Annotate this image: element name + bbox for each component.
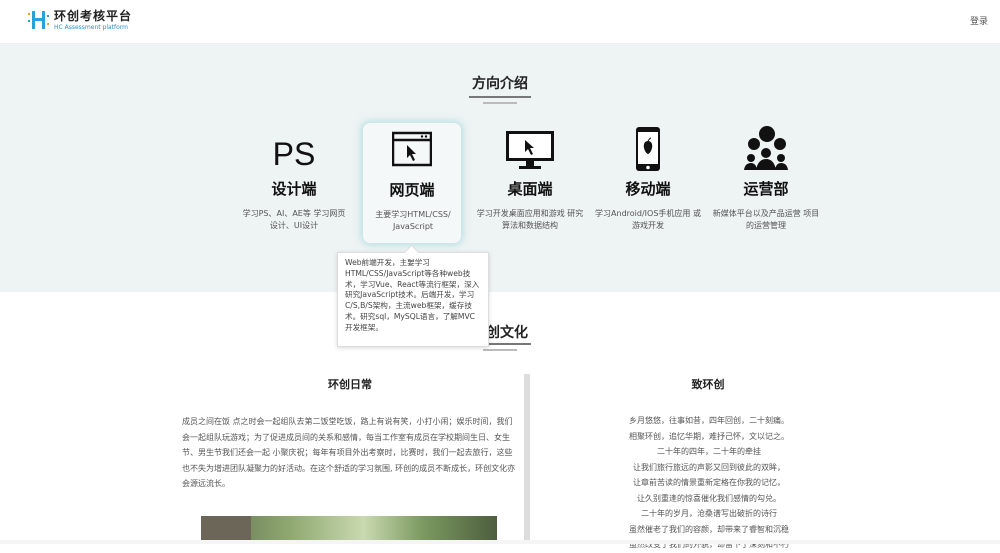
mobile-phone-icon — [636, 127, 660, 171]
direction-card-design[interactable]: PS 设计端 学习PS、AI、AE等 学习网页设计、UI设计 — [243, 122, 346, 244]
logo-title: 环创考核平台 — [54, 8, 133, 23]
culture-title: 环创文化 — [472, 325, 528, 341]
logo[interactable]: 环创考核平台 HC Assessment platform — [28, 8, 132, 32]
login-link[interactable]: 登录 — [970, 14, 988, 27]
card-desc: 学习Android/IOS手机应用 或游戏开发 — [595, 209, 701, 230]
poem-line: 让久别重逢的惊喜催化我们感情的勾兑。 — [637, 493, 781, 503]
poem-line: 乡月悠悠，往事如昔，四年回创，二十刻痛。 — [629, 416, 789, 425]
card-name: 移动端 — [625, 180, 671, 198]
card-name: 设计端 — [271, 180, 317, 198]
poem-line: 让我们旅行旅远的声影又回到彼此的双眸， — [633, 462, 785, 472]
card-name: 运营部 — [743, 180, 789, 198]
top-header: 环创考核平台 HC Assessment platform 登录 — [0, 0, 1000, 44]
web-tooltip: Web前端开发，主要学习HTML/CSS/JavaScript等各种web技术，… — [337, 252, 489, 347]
column-divider — [524, 374, 530, 544]
ps-text-icon: PS — [272, 136, 316, 172]
logo-subtitle: HC Assessment platform — [54, 23, 129, 31]
poem-line: 二十年的岁月，沧桑谱写出破折的诗行 — [641, 509, 777, 518]
logo-icon — [28, 11, 49, 29]
title-underline-short — [483, 102, 517, 104]
card-desc: 学习开发桌面应用和游戏 研究算法和数据结构 — [476, 209, 584, 230]
card-desc: 主要学习HTML/CSS/ JavaScript — [375, 210, 451, 231]
direction-card-web[interactable]: 网页端 主要学习HTML/CSS/ JavaScript — [362, 122, 462, 244]
poem-line: 相聚环创，追忆华期，难抒己怀，文以记之。 — [629, 431, 789, 441]
culture-underline-short — [483, 349, 517, 351]
poem-line: 二十年的四年，二十年的牵挂 — [657, 447, 761, 456]
poem-line: 虽然催老了我们的容颜，却带来了睿智和沉稳 — [629, 524, 789, 534]
direction-title: 方向介绍 — [472, 76, 528, 92]
direction-section: 方向介绍 PS 设计端 学习PS、AI、AE等 学习网页设计、UI设计 网页端 … — [0, 44, 1000, 292]
left-column-text: 成员之间在饭 点之时会一起组队去第二饭堂吃饭，路上有说有笑，小打小闹；娱乐时间，… — [182, 417, 516, 488]
browser-window-icon — [392, 131, 432, 167]
card-name: 网页端 — [389, 181, 435, 199]
right-column-title: 致环创 — [691, 378, 725, 391]
direction-card-desktop[interactable]: 桌面端 学习开发桌面应用和游戏 研究算法和数据结构 — [477, 122, 583, 244]
card-desc: 学习PS、AI、AE等 学习网页设计、UI设计 — [242, 209, 346, 230]
direction-card-operations[interactable]: 运营部 新媒体平台以及产品运营 项目的运营管理 — [713, 122, 819, 244]
right-column-poem: 乡月悠悠，往事如昔，四年回创，二十刻痛。 相聚环创，追忆华期，难抒己怀，文以记之… — [598, 413, 820, 553]
card-desc: 新媒体平台以及产品运营 项目的运营管理 — [712, 209, 820, 230]
title-underline — [469, 96, 531, 98]
poem-line: 让章前苦读的情景重新定格在你我的记忆， — [633, 478, 785, 487]
bottom-scroll-bar[interactable] — [0, 540, 1000, 544]
direction-card-mobile[interactable]: 移动端 学习Android/IOS手机应用 或游戏开发 — [595, 122, 701, 244]
desktop-monitor-icon — [506, 131, 554, 169]
left-column-title: 环创日常 — [328, 378, 372, 391]
card-name: 桌面端 — [507, 180, 553, 198]
people-chat-icon — [744, 126, 788, 170]
